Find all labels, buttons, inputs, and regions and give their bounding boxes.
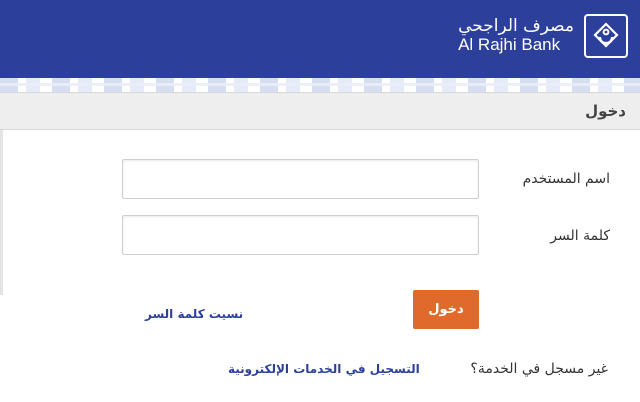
logo-text: مصرف الراجحي Al Rajhi Bank (458, 17, 574, 54)
al-rajhi-logo-icon (584, 14, 628, 58)
register-link[interactable]: التسجيل في الخدمات الإلكترونية (228, 362, 420, 376)
section-header: دخول (0, 92, 640, 130)
logo-name-arabic: مصرف الراجحي (458, 16, 574, 37)
username-label: اسم المستخدم (522, 171, 610, 187)
header-bar: مصرف الراجحي Al Rajhi Bank (0, 0, 640, 78)
login-button[interactable]: دخول (413, 290, 479, 329)
forgot-password-link[interactable]: نسيت كلمة السر (145, 307, 243, 321)
logo-name-english: Al Rajhi Bank (458, 35, 561, 54)
password-label: كلمة السر (550, 228, 610, 244)
panel-edge (0, 130, 3, 295)
not-registered-question: غير مسجل في الخدمة؟ (470, 361, 608, 377)
bank-logo[interactable]: مصرف الراجحي Al Rajhi Bank (458, 14, 628, 58)
username-input[interactable] (122, 159, 479, 199)
decorative-pattern-strip (0, 78, 640, 92)
password-input[interactable] (122, 215, 479, 255)
section-title: دخول (585, 102, 626, 120)
